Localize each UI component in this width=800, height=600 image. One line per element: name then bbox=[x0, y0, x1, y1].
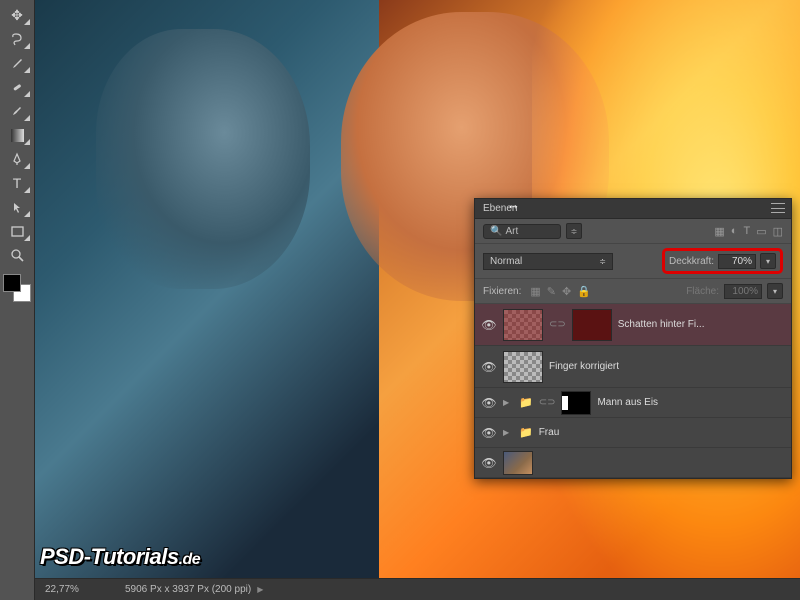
layer-name[interactable]: Mann aus Eis bbox=[597, 397, 785, 408]
group-mask-thumbnail[interactable] bbox=[561, 391, 591, 415]
mask-link-icon[interactable]: ⊂⊃ bbox=[539, 397, 556, 408]
layer-filter-select[interactable]: 🔍 Art bbox=[483, 224, 561, 239]
docinfo-chevron-icon[interactable]: ▶ bbox=[257, 585, 263, 594]
folder-icon: 📁 bbox=[519, 396, 533, 409]
lock-position-icon[interactable]: ✥ bbox=[562, 285, 571, 298]
gradient-tool[interactable] bbox=[3, 124, 31, 146]
filter-smart-icon[interactable]: ◫ bbox=[773, 225, 783, 238]
filter-type-icon[interactable]: T bbox=[743, 225, 750, 238]
blend-row: Normal ≑ Deckkraft: ↔ 70% ▾ bbox=[475, 244, 791, 279]
filter-shape-icon[interactable]: ▭ bbox=[756, 225, 766, 238]
fill-input[interactable]: 100% bbox=[724, 284, 762, 299]
blend-mode-value: Normal bbox=[490, 256, 522, 267]
filter-adjustment-icon[interactable]: ◐ bbox=[731, 225, 738, 238]
layer-group-row[interactable]: 👁 ▶ 📁 Frau bbox=[475, 418, 791, 448]
expand-toggle-icon[interactable]: ▶ bbox=[503, 428, 513, 437]
zoom-tool[interactable] bbox=[3, 244, 31, 266]
status-bar: 22,77% 5906 Px x 3937 Px (200 ppi) ▶ bbox=[35, 578, 800, 600]
folder-icon: 📁 bbox=[519, 426, 533, 439]
watermark: PSD-Tutorials.de bbox=[40, 544, 200, 570]
color-swatches[interactable] bbox=[3, 274, 31, 302]
document-info: 5906 Px x 3937 Px (200 ppi) bbox=[125, 584, 251, 595]
rectangle-tool[interactable] bbox=[3, 220, 31, 242]
chevron-down-icon: ≑ bbox=[599, 257, 606, 266]
layer-row[interactable]: 👁 bbox=[475, 448, 791, 478]
lasso-tool[interactable] bbox=[3, 28, 31, 50]
opacity-input[interactable]: 70% bbox=[718, 254, 756, 269]
lock-label: Fixieren: bbox=[483, 286, 521, 297]
opacity-dropdown[interactable]: ▾ bbox=[760, 253, 776, 269]
move-tool[interactable]: ✥ bbox=[3, 4, 31, 26]
healing-brush-tool[interactable] bbox=[3, 76, 31, 98]
type-tool[interactable]: T bbox=[3, 172, 31, 194]
filter-dropdown-button[interactable]: ≑ bbox=[566, 223, 582, 239]
layer-row[interactable]: 👁 Finger korrigiert bbox=[475, 346, 791, 388]
filter-type-icons: ▦ ◐ T ▭ ◫ bbox=[714, 225, 783, 238]
visibility-toggle-icon[interactable]: 👁 bbox=[481, 318, 497, 332]
layer-group-row[interactable]: 👁 ▶ 📁 ⊂⊃ Mann aus Eis bbox=[475, 388, 791, 418]
fill-label: Fläche: bbox=[686, 286, 719, 297]
layers-panel: Ebenen 🔍 Art ≑ ▦ ◐ T ▭ ◫ Normal ≑ Deckkr… bbox=[474, 198, 792, 479]
watermark-suffix: .de bbox=[179, 551, 201, 568]
mask-link-icon[interactable]: ⊂⊃ bbox=[549, 319, 566, 330]
layer-thumbnail[interactable] bbox=[503, 309, 543, 341]
visibility-toggle-icon[interactable]: 👁 bbox=[481, 360, 497, 374]
lock-transparency-icon[interactable]: ▦ bbox=[530, 285, 540, 298]
search-icon: 🔍 bbox=[490, 226, 502, 237]
zoom-level[interactable]: 22,77% bbox=[45, 584, 105, 595]
path-selection-tool[interactable] bbox=[3, 196, 31, 218]
filter-row: 🔍 Art ≑ ▦ ◐ T ▭ ◫ bbox=[475, 219, 791, 244]
filter-label: Art bbox=[505, 226, 518, 237]
lock-row: Fixieren: ▦ ✎ ✥ 🔒 Fläche: 100% ▾ bbox=[475, 279, 791, 304]
opacity-highlight: Deckkraft: ↔ 70% ▾ bbox=[662, 248, 783, 274]
visibility-toggle-icon[interactable]: 👁 bbox=[481, 426, 497, 440]
watermark-text: PSD-Tutorials bbox=[40, 544, 179, 569]
layer-name[interactable]: Frau bbox=[539, 427, 785, 438]
visibility-toggle-icon[interactable]: 👁 bbox=[481, 456, 497, 470]
filter-pixel-icon[interactable]: ▦ bbox=[714, 225, 724, 238]
panel-title: Ebenen bbox=[483, 203, 517, 214]
layer-name[interactable]: Finger korrigiert bbox=[549, 361, 785, 372]
lock-pixels-icon[interactable]: ✎ bbox=[547, 285, 556, 298]
layer-thumbnail[interactable] bbox=[503, 351, 543, 383]
layer-thumbnail[interactable] bbox=[503, 451, 533, 475]
tools-toolbar: ✥ T bbox=[0, 0, 35, 600]
blend-mode-select[interactable]: Normal ≑ bbox=[483, 253, 613, 270]
layers-list[interactable]: 👁 ⊂⊃ Schatten hinter Fi... 👁 Finger korr… bbox=[475, 304, 791, 478]
lock-all-icon[interactable]: 🔒 bbox=[577, 285, 591, 298]
brush-tool[interactable] bbox=[3, 100, 31, 122]
visibility-toggle-icon[interactable]: 👁 bbox=[481, 396, 497, 410]
layer-row[interactable]: 👁 ⊂⊃ Schatten hinter Fi... bbox=[475, 304, 791, 346]
panel-header: Ebenen bbox=[475, 199, 791, 219]
layer-mask-thumbnail[interactable] bbox=[572, 309, 612, 341]
eyedropper-tool[interactable] bbox=[3, 52, 31, 74]
pen-tool[interactable] bbox=[3, 148, 31, 170]
foreground-color-swatch[interactable] bbox=[3, 274, 21, 292]
expand-toggle-icon[interactable]: ▶ bbox=[503, 398, 513, 407]
opacity-label[interactable]: Deckkraft: bbox=[669, 256, 714, 267]
panel-menu-icon[interactable] bbox=[771, 203, 785, 213]
fill-dropdown[interactable]: ▾ bbox=[767, 283, 783, 299]
layer-name[interactable]: Schatten hinter Fi... bbox=[618, 319, 785, 330]
